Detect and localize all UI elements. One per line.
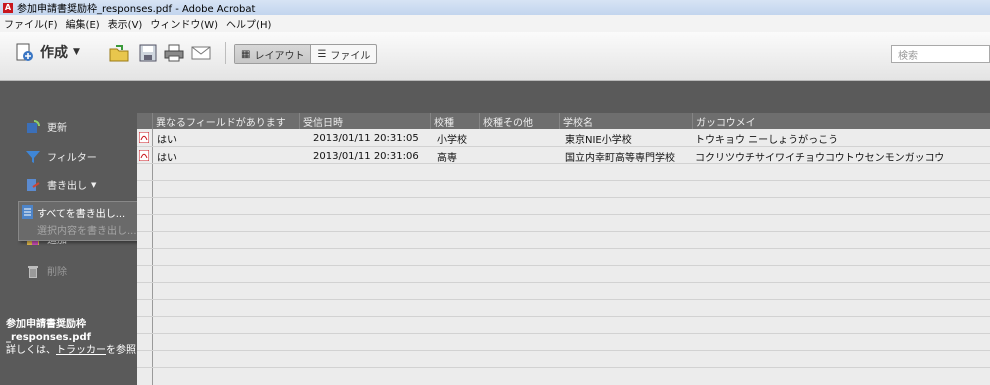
responses-table: 異なるフィールドがあります 受信日時 校種 校種その他 学校名 ガッコウメイ は… [137,113,990,385]
toolbar-divider [225,42,226,64]
toolbar: 作成 ▼ ▦ レイアウト ☰ ファイル 検索 [0,32,990,81]
search-placeholder: 検索 [898,50,918,62]
tracker-link[interactable]: トラッカー [56,345,106,356]
refresh-icon [27,119,40,133]
row-divider [137,350,990,351]
create-button[interactable]: 作成 ▼ [14,42,80,62]
file-name-line-1: 参加申請書奨励枠 [6,319,86,330]
col-header-school-name[interactable]: 学校名 [559,113,692,129]
grid-icon: ▦ [241,48,251,60]
table-row[interactable]: はい 2013/01/11 20:31:06 高専 国立内幸町高等専門学校 コク… [137,149,990,164]
menu-help[interactable]: ヘルプ(H) [226,16,271,31]
table-header: 異なるフィールドがあります 受信日時 校種 校種その他 学校名 ガッコウメイ [137,113,990,129]
table-row[interactable]: はい 2013/01/11 20:31:05 小学校 東京NIE小学校 トウキョ… [137,131,990,146]
col-header-school-type-other[interactable]: 校種その他 [479,113,559,129]
cell-school-name: 東京NIE小学校 [565,134,632,146]
refresh-button[interactable]: 更新 [26,119,67,134]
file-tab[interactable]: ☰ ファイル [311,45,376,63]
row-divider [137,180,990,181]
print-icon[interactable] [163,43,185,63]
file-info: 参加申請書奨励枠 _responses.pdf 詳しくは、トラッカーを参照 [6,318,136,357]
cell-school-name: 国立内幸町高等専門学校 [565,152,675,164]
row-divider [137,146,990,147]
menu-window[interactable]: ウィンドウ(W) [150,16,218,31]
search-input[interactable]: 検索 [891,45,990,63]
col-header-received[interactable]: 受信日時 [299,113,430,129]
row-divider [137,282,990,283]
panel-header-strip [0,81,990,113]
row-divider [137,299,990,300]
row-divider [137,231,990,232]
acrobat-app-icon: A [3,2,13,13]
filter-label: フィルター [47,153,97,164]
menu-export-all[interactable]: すべてを書き出し... [37,205,125,220]
cell-school-type: 小学校 [437,134,467,146]
create-label: 作成 [40,45,68,61]
info-suffix: を参照 [106,345,136,356]
row-divider [137,214,990,215]
cell-different-fields: はい [157,134,177,146]
col-header-school-type[interactable]: 校種 [430,113,479,129]
email-icon[interactable] [190,43,212,63]
menu-bar: ファイル(F) 編集(E) 表示(V) ウィンドウ(W) ヘルプ(H) [0,15,990,32]
export-icon [27,178,40,191]
layout-tab[interactable]: ▦ レイアウト [235,45,312,63]
row-divider [137,197,990,198]
col-header-school-name-kana[interactable]: ガッコウメイ [692,113,990,129]
row-divider [137,265,990,266]
pdf-file-icon [139,132,149,143]
list-icon: ☰ [317,48,327,60]
save-icon[interactable] [137,43,159,63]
cell-school-name-kana: トウキョウ ニーしょうがっこう [695,134,839,146]
sidebar: 更新 フィルター 書き出し ▼ 追加 削除 参加申請書奨励枠 _response… [0,113,137,385]
export-label: 書き出し [47,181,87,192]
cell-received: 2013/01/11 20:31:06 [313,150,419,162]
column-divider [152,129,153,385]
col-header-different-fields[interactable]: 異なるフィールドがあります [152,113,299,129]
chevron-down-icon: ▼ [73,47,80,57]
cell-school-name-kana: コクリツウチサイワイチョウコウトウセンモンガッコウ [695,152,945,164]
filter-button[interactable]: フィルター [26,149,97,164]
cell-received: 2013/01/11 20:31:05 [313,132,419,144]
open-folder-icon[interactable] [108,43,130,63]
row-divider [137,248,990,249]
delete-button[interactable]: 削除 [26,263,67,278]
view-toggle: ▦ レイアウト ☰ ファイル [234,44,378,64]
export-all-icon [22,205,33,219]
chevron-down-icon: ▼ [91,180,97,189]
info-prefix: 詳しくは、 [6,345,56,356]
cell-different-fields: はい [157,152,177,164]
cell-school-type: 高専 [437,152,457,164]
row-divider [137,316,990,317]
menu-edit[interactable]: 編集(E) [66,16,100,31]
create-pdf-icon [16,43,33,61]
trash-icon [28,265,38,278]
file-label: ファイル [330,50,371,62]
window-title: 参加申請書奨励枠_responses.pdf - Adobe Acrobat [17,4,256,15]
menu-export-selected[interactable]: 選択内容を書き出し... [37,222,137,237]
refresh-label: 更新 [47,123,67,134]
filter-icon [26,150,40,163]
delete-label: 削除 [47,267,67,278]
file-name-line-2: _responses.pdf [6,332,91,343]
export-button[interactable]: 書き出し ▼ [26,177,96,192]
layout-label: レイアウト [254,50,305,62]
row-divider [137,367,990,368]
menu-file[interactable]: ファイル(F) [4,16,58,31]
menu-view[interactable]: 表示(V) [108,16,143,31]
title-bar: A 参加申請書奨励枠_responses.pdf - Adobe Acrobat [0,0,990,15]
pdf-file-icon [139,150,149,161]
row-divider [137,333,990,334]
